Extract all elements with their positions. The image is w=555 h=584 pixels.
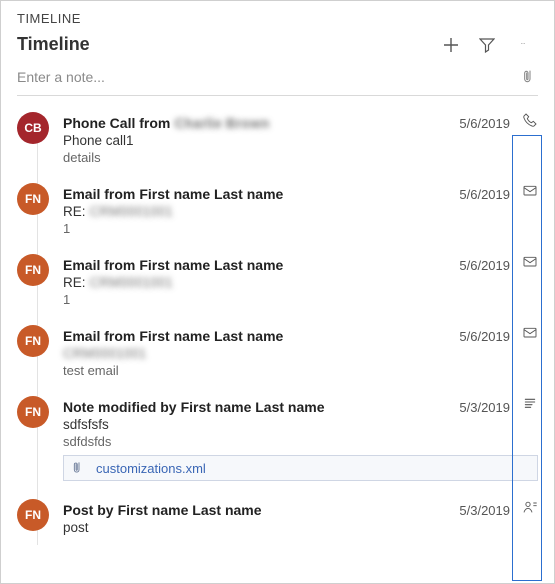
item-date: 5/3/2019: [459, 400, 510, 415]
avatar: FN: [17, 325, 49, 357]
item-subject: RE: CRM0001001: [63, 275, 538, 290]
timeline-item[interactable]: FN Email fromFirst name Last name 5/6/2019…: [1, 175, 554, 246]
item-body: Email fromFirst name Last name 5/6/2019 RE…: [49, 181, 538, 236]
avatar: FN: [17, 396, 49, 428]
item-detail: details: [63, 150, 538, 165]
note-input[interactable]: [17, 67, 522, 87]
more-icon: [515, 43, 531, 47]
timeline-item[interactable]: FN Note modified byFirst name Last name 5/…: [1, 388, 554, 491]
avatar: FN: [17, 499, 49, 531]
item-subject: sdfsfsfs: [63, 417, 538, 432]
timeline-item[interactable]: FN Post byFirst name Last name 5/3/2019 pos…: [1, 491, 554, 545]
item-subject: CRM0001001: [63, 346, 538, 361]
item-title: Email fromFirst name Last name: [63, 186, 453, 202]
item-date: 5/6/2019: [459, 116, 510, 131]
item-body: Email fromFirst name Last name 5/6/2019 CR…: [49, 323, 538, 378]
avatar: CB: [17, 112, 49, 144]
item-title: Note modified byFirst name Last name: [63, 399, 453, 415]
item-body: Phone Call fromCharlie Brown 5/6/2019 Phon…: [49, 110, 538, 165]
item-date: 5/6/2019: [459, 258, 510, 273]
item-detail: 1: [63, 221, 538, 236]
item-date: 5/6/2019: [459, 329, 510, 344]
add-button[interactable]: [442, 36, 460, 54]
plus-icon: [443, 37, 459, 53]
avatar: FN: [17, 183, 49, 215]
header-actions: [442, 36, 538, 54]
item-date: 5/3/2019: [459, 503, 510, 518]
attachment-chip[interactable]: customizations.xml: [63, 455, 538, 481]
more-button[interactable]: [514, 36, 532, 54]
avatar: FN: [17, 254, 49, 286]
attachment-icon[interactable]: [522, 68, 538, 86]
timeline-item[interactable]: FN Email fromFirst name Last name 5/6/2019…: [1, 317, 554, 388]
timeline-list: CBPhone Call fromCharlie Brown5/6/2019Ph…: [1, 96, 554, 545]
timeline-item[interactable]: FN Email fromFirst name Last name 5/6/2019…: [1, 246, 554, 317]
attachment-filename: customizations.xml: [96, 461, 206, 476]
item-body: Email fromFirst name Last name 5/6/2019 RE…: [49, 252, 538, 307]
section-label: TIMELINE: [1, 1, 554, 28]
post-icon: [522, 499, 538, 515]
filter-icon: [479, 37, 495, 53]
item-detail: sdfdsfds: [63, 434, 538, 449]
item-subject: RE: CRM0001001: [63, 204, 538, 219]
email-icon: [522, 183, 538, 199]
note-row: [17, 63, 538, 96]
phone-icon: [522, 112, 538, 128]
item-detail: test email: [63, 363, 538, 378]
item-subject: Phone call1: [63, 133, 538, 148]
item-title: Post byFirst name Last name: [63, 502, 453, 518]
email-icon: [522, 325, 538, 341]
email-icon: [522, 254, 538, 270]
item-detail: 1: [63, 292, 538, 307]
item-date: 5/6/2019: [459, 187, 510, 202]
item-title: Email fromFirst name Last name: [63, 257, 453, 273]
item-subject: post: [63, 520, 538, 535]
timeline-header: Timeline: [1, 28, 554, 63]
note-icon: [522, 396, 538, 412]
timeline-item[interactable]: CBPhone Call fromCharlie Brown5/6/2019Ph…: [1, 104, 554, 175]
page-title: Timeline: [17, 34, 442, 55]
filter-button[interactable]: [478, 36, 496, 54]
item-title: Phone Call fromCharlie Brown: [63, 115, 453, 131]
item-body: Post byFirst name Last name 5/3/2019 post: [49, 497, 538, 535]
item-body: Note modified byFirst name Last name 5/3/…: [49, 394, 538, 481]
item-title: Email fromFirst name Last name: [63, 328, 453, 344]
